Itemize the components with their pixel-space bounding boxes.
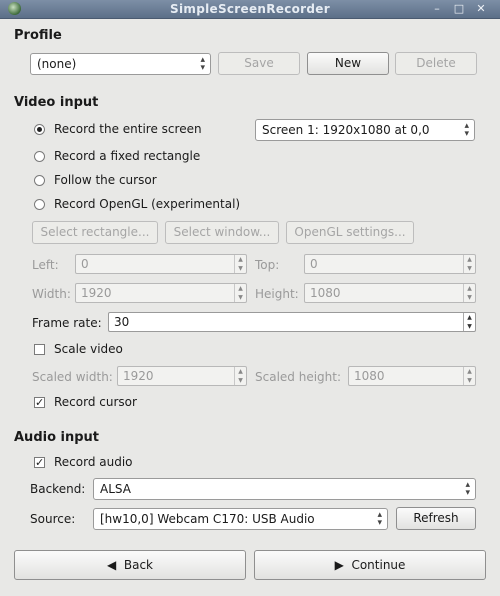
- opengl-settings-button[interactable]: OpenGL settings...: [286, 221, 414, 244]
- radio-record-opengl[interactable]: [34, 199, 45, 210]
- spin-arrows-icon: ▲ ▼: [234, 367, 246, 385]
- back-arrow-icon: ◀: [106, 558, 117, 572]
- save-profile-button[interactable]: Save: [218, 52, 300, 75]
- back-button-label: Back: [123, 558, 153, 572]
- scaled-width-label: Scaled width:: [32, 370, 113, 384]
- video-input-heading: Video input: [14, 95, 99, 110]
- source-select[interactable]: [hw10,0] Webcam C170: USB Audio ▴ ▾: [93, 508, 388, 530]
- spin-arrows-icon: ▲ ▼: [234, 284, 246, 302]
- source-select-value: [hw10,0] Webcam C170: USB Audio: [100, 512, 315, 526]
- delete-profile-button[interactable]: Delete: [395, 52, 477, 75]
- record-cursor-label: Record cursor: [54, 395, 137, 409]
- spin-arrows-icon: ▲ ▼: [463, 284, 475, 302]
- backend-select[interactable]: ALSA ▴ ▾: [93, 478, 476, 500]
- screen-select-value: Screen 1: 1920x1080 at 0,0: [262, 123, 430, 137]
- refresh-button[interactable]: Refresh: [396, 507, 476, 530]
- radio-entire-screen[interactable]: [34, 124, 45, 135]
- record-audio-label: Record audio: [54, 455, 133, 469]
- left-spinbox[interactable]: 0 ▲ ▼: [75, 254, 247, 274]
- audio-input-heading: Audio input: [14, 430, 100, 445]
- width-value: 1920: [81, 286, 112, 300]
- chevron-updown-icon: ▴ ▾: [464, 121, 469, 139]
- back-button[interactable]: ◀ Back: [14, 550, 246, 580]
- maximize-button[interactable]: □: [452, 2, 466, 15]
- frame-rate-spinbox[interactable]: 30 ▲ ▼: [108, 312, 476, 332]
- radio-fixed-rectangle-label: Record a fixed rectangle: [54, 149, 201, 163]
- left-label: Left:: [32, 258, 59, 272]
- chevron-updown-icon: ▴ ▾: [200, 55, 205, 73]
- spin-arrows-icon: ▲ ▼: [234, 255, 246, 273]
- width-spinbox[interactable]: 1920 ▲ ▼: [75, 283, 247, 303]
- height-label: Height:: [255, 287, 299, 301]
- height-spinbox[interactable]: 1080 ▲ ▼: [304, 283, 476, 303]
- profile-select-value: (none): [37, 57, 77, 71]
- height-value: 1080: [310, 286, 341, 300]
- window-title: SimpleScreenRecorder: [170, 2, 330, 16]
- backend-label: Backend:: [30, 482, 86, 496]
- spin-arrows-icon: ▲ ▼: [463, 367, 475, 385]
- record-cursor-checkbox[interactable]: ✓: [34, 397, 45, 408]
- top-label: Top:: [255, 258, 280, 272]
- spin-arrows-icon: ▲ ▼: [463, 255, 475, 273]
- record-audio-checkbox[interactable]: ✓: [34, 457, 45, 468]
- scaled-width-value: 1920: [123, 369, 154, 383]
- frame-rate-value: 30: [114, 315, 130, 329]
- left-value: 0: [81, 257, 89, 271]
- new-profile-button[interactable]: New: [307, 52, 389, 75]
- radio-entire-screen-label: Record the entire screen: [54, 122, 202, 136]
- title-bar: SimpleScreenRecorder – □ ✕: [0, 0, 500, 19]
- frame-rate-label: Frame rate:: [32, 316, 102, 330]
- top-spinbox[interactable]: 0 ▲ ▼: [304, 254, 476, 274]
- continue-arrow-icon: ▶: [334, 558, 344, 572]
- scaled-height-label: Scaled height:: [255, 370, 342, 384]
- chevron-updown-icon: ▴ ▾: [465, 480, 470, 498]
- scaled-height-spinbox[interactable]: 1080 ▲ ▼: [348, 366, 476, 386]
- radio-fixed-rectangle[interactable]: [34, 151, 45, 162]
- continue-button-label: Continue: [351, 558, 406, 572]
- scaled-height-value: 1080: [354, 369, 385, 383]
- close-button[interactable]: ✕: [474, 2, 488, 15]
- radio-follow-cursor-label: Follow the cursor: [54, 173, 157, 187]
- scale-video-checkbox[interactable]: [34, 344, 45, 355]
- screen-select[interactable]: Screen 1: 1920x1080 at 0,0 ▴ ▾: [255, 119, 475, 141]
- spin-arrows-icon: ▲ ▼: [463, 313, 475, 331]
- top-value: 0: [310, 257, 318, 271]
- profile-select[interactable]: (none) ▴ ▾: [30, 53, 211, 75]
- radio-record-opengl-label: Record OpenGL (experimental): [54, 197, 241, 211]
- radio-follow-cursor[interactable]: [34, 175, 45, 186]
- profile-heading: Profile: [14, 28, 62, 43]
- source-label: Source:: [30, 512, 76, 526]
- select-window-button[interactable]: Select window...: [165, 221, 279, 244]
- chevron-updown-icon: ▴ ▾: [377, 510, 382, 528]
- scale-video-label: Scale video: [54, 342, 123, 356]
- minimize-button[interactable]: –: [430, 2, 444, 15]
- continue-button[interactable]: ▶ Continue: [254, 550, 486, 580]
- select-rectangle-button[interactable]: Select rectangle...: [32, 221, 158, 244]
- width-label: Width:: [32, 287, 71, 301]
- scaled-width-spinbox[interactable]: 1920 ▲ ▼: [117, 366, 247, 386]
- backend-select-value: ALSA: [100, 482, 131, 496]
